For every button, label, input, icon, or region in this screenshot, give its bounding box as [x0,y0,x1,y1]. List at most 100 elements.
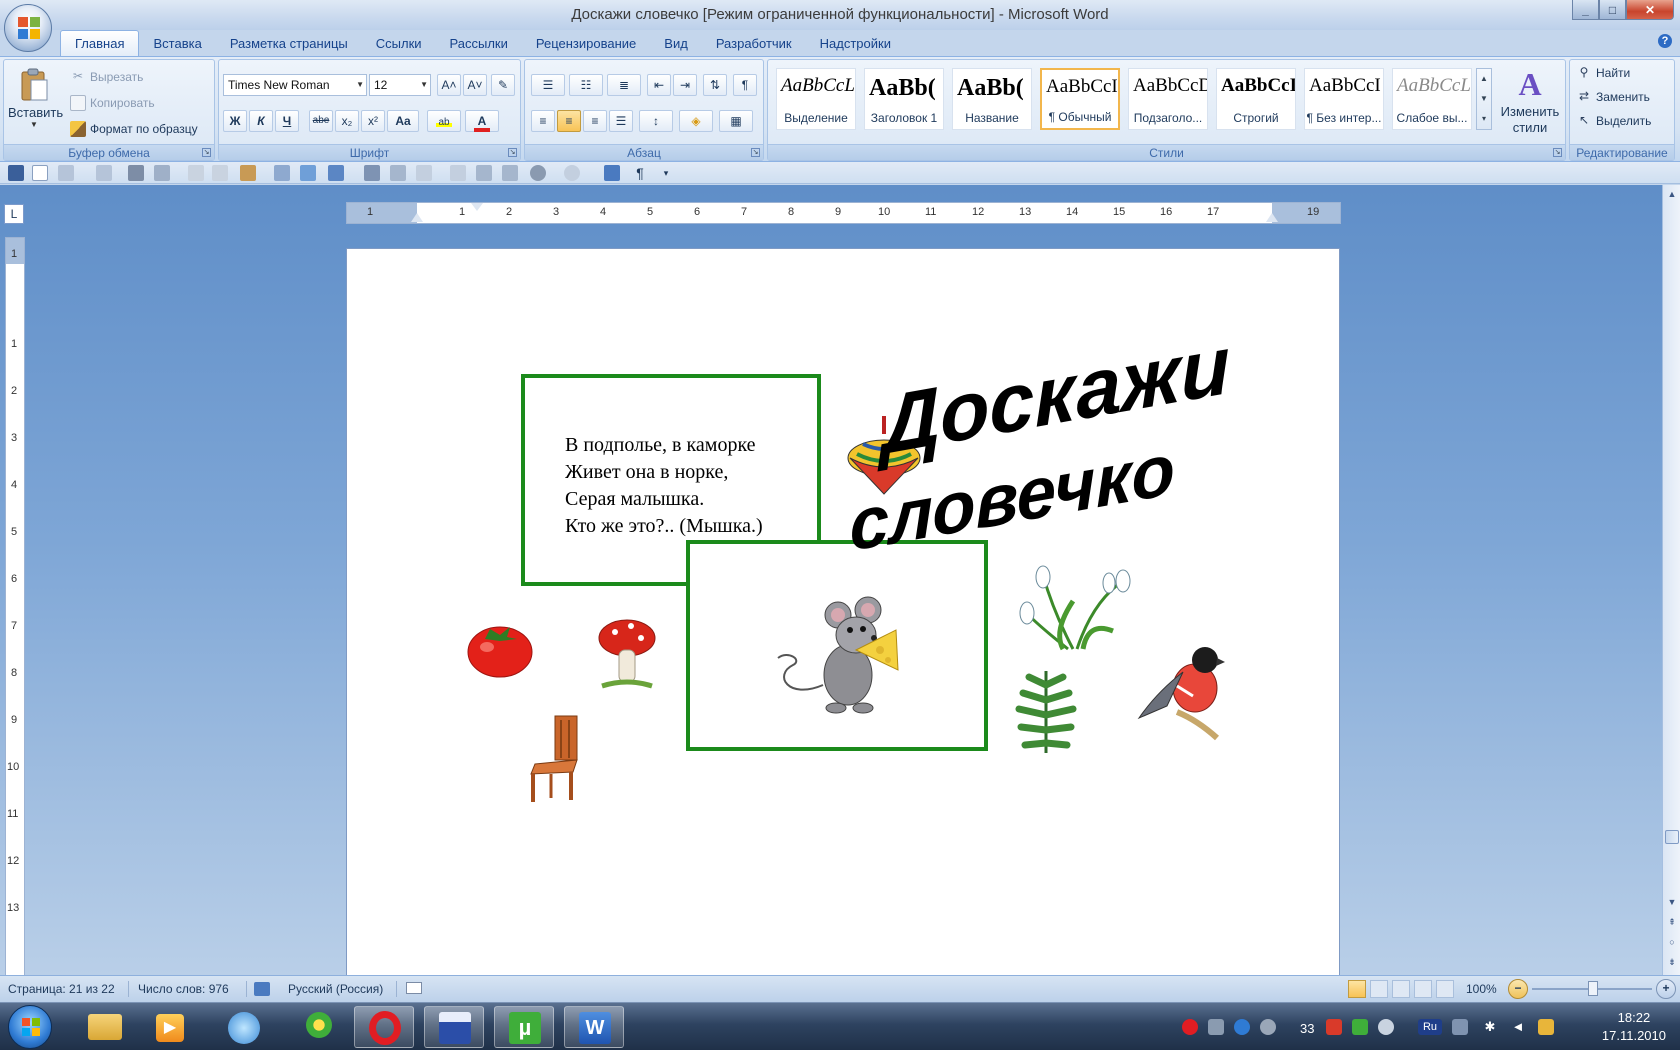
wrap-icon[interactable] [502,165,518,181]
highlight-button[interactable]: ab [427,110,461,132]
vertical-ruler[interactable]: 1 1 2 3 4 5 6 7 8 9 10 11 12 13 [5,237,25,975]
style-normal[interactable]: AaBbCcI ¶ Обычный [1040,68,1120,130]
brightness-icon[interactable] [564,165,580,181]
previous-page-icon[interactable]: ⇞ [1666,917,1678,928]
picture-icon[interactable] [300,165,316,181]
web-layout-view-icon[interactable] [1392,980,1410,998]
crop-icon[interactable] [364,165,380,181]
macro-record-icon[interactable] [406,982,422,994]
minimize-button[interactable]: _ [1572,0,1599,20]
line-icon[interactable] [450,165,466,181]
full-screen-reading-view-icon[interactable] [1370,980,1388,998]
print-preview-icon[interactable] [154,165,170,181]
taskbar-opera[interactable] [354,1006,414,1048]
dialog-launcher-icon[interactable]: ↘ [751,148,760,157]
format-painter-button[interactable]: Формат по образцу [70,118,198,140]
align-right-button[interactable]: ≡ [583,110,607,132]
word-count[interactable]: Число слов: 976 [138,982,229,996]
tray-action-center-icon[interactable] [1452,1019,1468,1035]
office-button[interactable] [4,4,52,52]
style-no-spacing[interactable]: AaBbCcI ¶ Без интер... [1304,68,1384,130]
strikethrough-button[interactable]: abe [309,110,333,132]
scrollbar-thumb[interactable] [1665,830,1679,844]
multilevel-list-button[interactable]: ≣ [607,74,641,96]
tray-network-icon[interactable] [1208,1019,1224,1035]
zoom-in-button[interactable]: + [1656,979,1676,999]
page-count[interactable]: Страница: 21 из 22 [8,982,115,996]
style-heading-1[interactable]: AaBb( Заголовок 1 [864,68,944,130]
redo-icon[interactable] [96,165,112,181]
taskbar-flower-app[interactable] [288,1006,348,1048]
dialog-launcher-icon[interactable]: ↘ [508,148,517,157]
language-status[interactable]: Русский (Россия) [288,982,383,996]
vertical-scrollbar[interactable]: ▲ ▼ ⇞ ○ ⇟ [1662,185,1680,975]
scroll-up-icon[interactable]: ▲ [1666,189,1678,199]
tray-speed-icon[interactable] [1234,1019,1250,1035]
style-title[interactable]: AaBb( Название [952,68,1032,130]
style-emphasis[interactable]: AaBbCcL Выделение [776,68,856,130]
superscript-button[interactable]: x² [361,110,385,132]
tray-opera-icon[interactable] [1182,1019,1198,1035]
change-case-button[interactable]: Aa [387,110,419,132]
customize-toolbar-icon[interactable]: ▾ [658,165,674,181]
tab-view[interactable]: Вид [650,32,702,56]
tab-mailings[interactable]: Рассылки [436,32,522,56]
tray-volume-icon[interactable]: ◄ [1510,1019,1526,1035]
document-page[interactable]: В подполье, в каморке Живет она в норке,… [346,248,1340,975]
subscript-button[interactable]: x₂ [335,110,359,132]
zoom-slider-thumb[interactable] [1588,981,1598,996]
tab-review[interactable]: Рецензирование [522,32,650,56]
contrast-icon[interactable] [530,165,546,181]
align-left-button[interactable]: ≡ [531,110,555,132]
justify-button[interactable]: ☰ [609,110,633,132]
taskbar-clock[interactable]: 18:22 17.11.2010 [1602,1009,1666,1045]
tab-references[interactable]: Ссылки [362,32,436,56]
tab-addins[interactable]: Надстройки [806,32,905,56]
style-subtitle[interactable]: AaBbCcD Подзаголо... [1128,68,1208,130]
shading-button[interactable]: ◈ [679,110,713,132]
show-marks-button[interactable]: ¶ [733,74,757,96]
tab-developer[interactable]: Разработчик [702,32,806,56]
bullets-button[interactable]: ☰ [531,74,565,96]
new-document-icon[interactable] [32,165,48,181]
paste-icon[interactable] [240,165,256,181]
tab-page-layout[interactable]: Разметка страницы [216,32,362,56]
print-icon[interactable] [128,165,144,181]
find-button[interactable]: ⚲ Найти [1576,62,1631,84]
textbox-icon[interactable] [476,165,492,181]
first-line-indent-marker-icon[interactable] [471,203,483,211]
dialog-launcher-icon[interactable]: ↘ [1553,148,1562,157]
draft-view-icon[interactable] [1436,980,1454,998]
start-button[interactable] [8,1005,52,1049]
paste-button[interactable]: Вставить ▼ [8,64,63,142]
shrink-font-button[interactable]: A˅ [463,74,487,96]
taskbar-utorrent[interactable]: µ [494,1006,554,1048]
style-subtle-emphasis[interactable]: AaBbCcL Слабое вы... [1392,68,1472,130]
close-button[interactable]: ✕ [1626,0,1674,20]
table-icon[interactable] [274,165,290,181]
tray-battery-icon[interactable] [1538,1019,1554,1035]
tray-utorrent-icon[interactable] [1352,1019,1368,1035]
zoom-out-button[interactable]: − [1508,979,1528,999]
decrease-indent-button[interactable]: ⇤ [647,74,671,96]
taskbar-media-player[interactable]: ▶ [140,1006,200,1048]
horizontal-ruler[interactable]: 1 1 2 3 4 5 6 7 8 9 10 11 12 13 14 15 16… [346,202,1341,224]
tray-clock-app-icon[interactable] [1378,1019,1394,1035]
font-family-select[interactable]: Times New Roman ▼ [223,74,367,96]
copy-icon[interactable] [188,165,204,181]
cut-icon[interactable] [212,165,228,181]
scroll-down-icon[interactable]: ▼ [1666,897,1678,907]
align-center-button[interactable]: ≡ [557,110,581,132]
right-indent-marker-icon[interactable] [1266,213,1278,222]
tab-selector-button[interactable]: L [4,204,24,224]
chart-icon[interactable] [328,165,344,181]
proofing-icon[interactable] [254,982,270,996]
tray-language-indicator[interactable]: Ru [1418,1019,1442,1035]
spelling-icon[interactable] [604,165,620,181]
dialog-launcher-icon[interactable]: ↘ [202,148,211,157]
change-styles-button[interactable]: A Изменить стили [1498,64,1562,144]
font-size-select[interactable]: 12 ▼ [369,74,431,96]
left-indent-marker-icon[interactable] [411,213,423,222]
next-page-icon[interactable]: ⇟ [1666,957,1678,968]
zoom-level[interactable]: 100% [1466,982,1497,996]
